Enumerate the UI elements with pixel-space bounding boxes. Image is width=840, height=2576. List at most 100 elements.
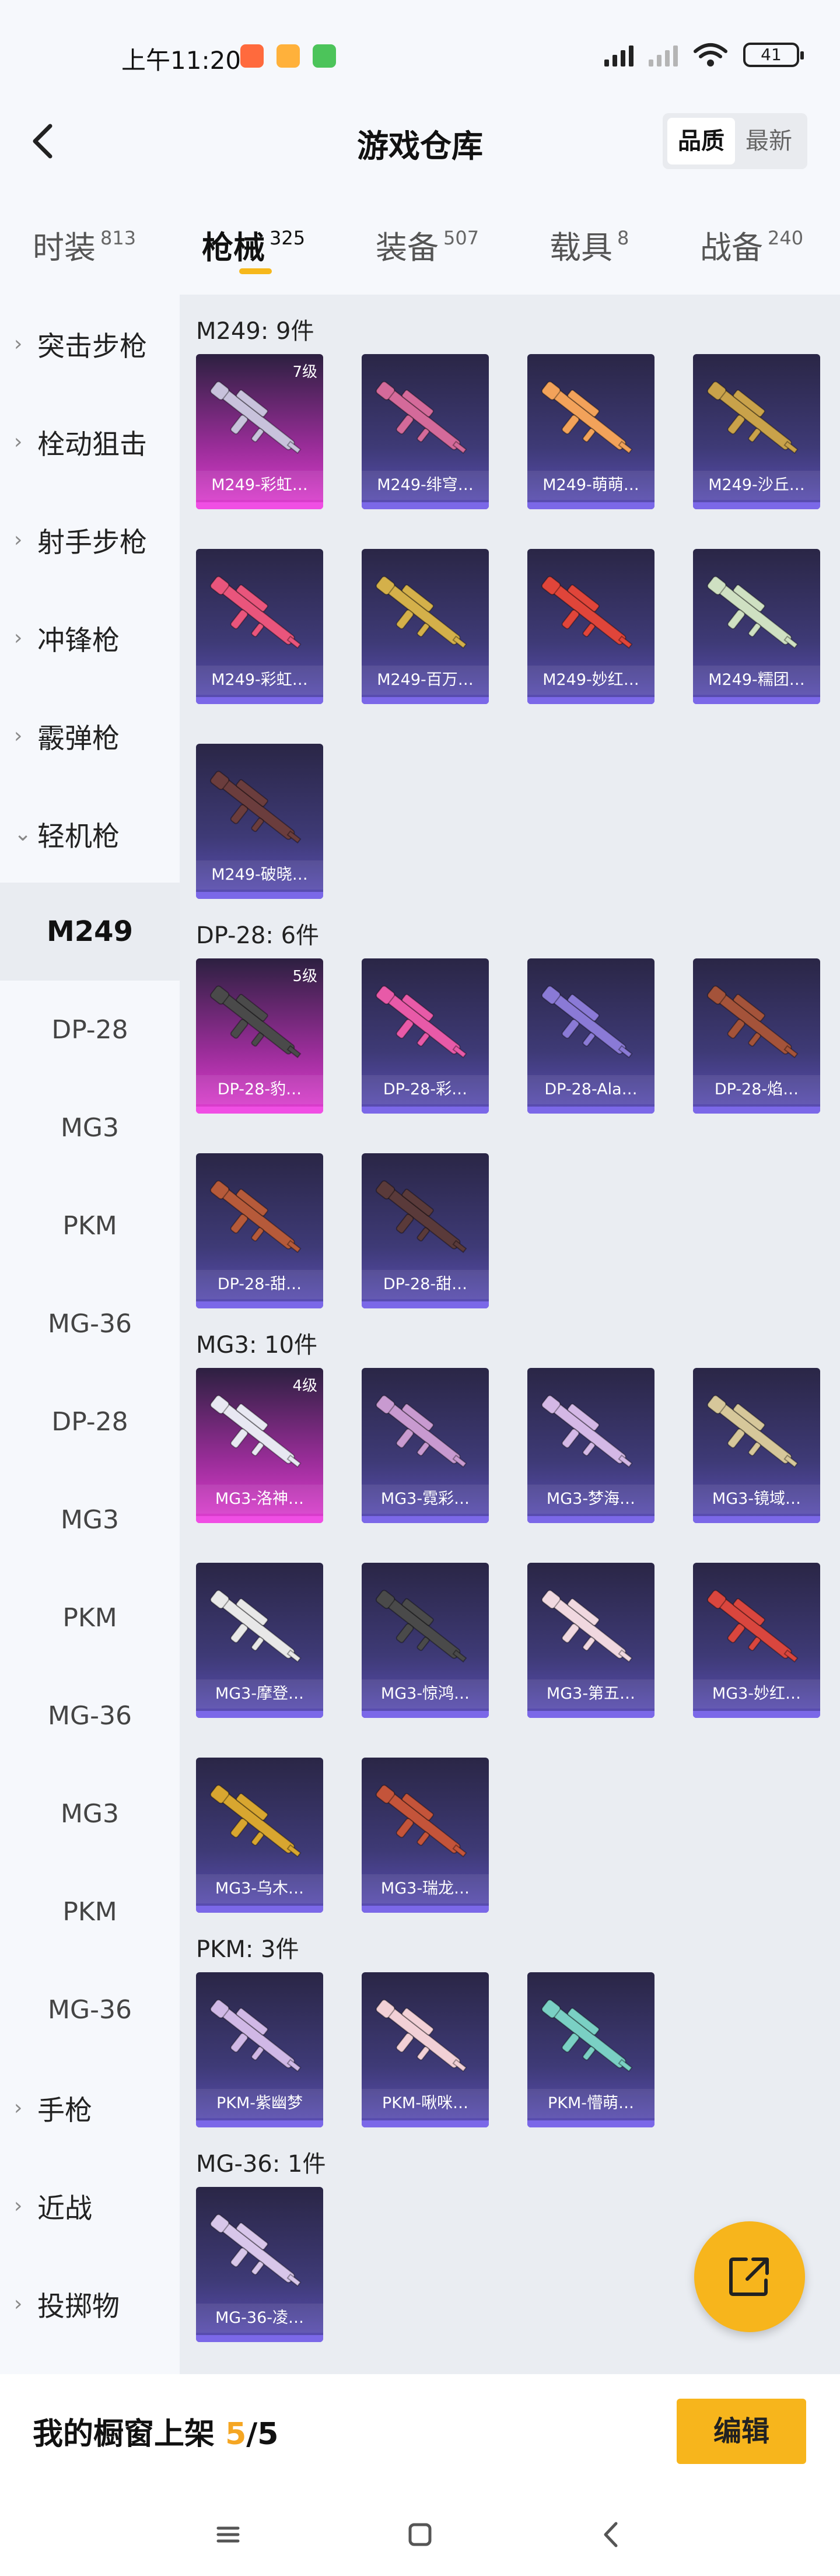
cellular-signal-icon bbox=[649, 43, 678, 66]
sort-option-quality[interactable]: 品质 bbox=[667, 118, 735, 164]
sidebar-category[interactable]: › 栓动狙击 bbox=[0, 393, 180, 491]
weapon-card[interactable]: MG3-摩登… bbox=[196, 1563, 323, 1718]
sidebar-category-open[interactable]: ⌄ 轻机枪 bbox=[0, 785, 180, 883]
system-nav-bar bbox=[0, 2491, 840, 2576]
weapon-card[interactable]: MG3-镜域… bbox=[693, 1368, 820, 1523]
weapon-name: MG3-镜域… bbox=[693, 1485, 820, 1514]
section-title: MG3: 10件 bbox=[196, 1332, 318, 1359]
home-icon[interactable] bbox=[400, 2514, 440, 2555]
category-tabs: 时装 813 枪械 325 装备 507 载具 8 战备 240 bbox=[0, 210, 840, 280]
weapon-card[interactable]: MG3-第五… bbox=[527, 1563, 654, 1718]
sidebar-subitem[interactable]: PKM bbox=[0, 1863, 180, 1961]
rarity-stripe bbox=[196, 502, 323, 509]
section-title: MG-36: 1件 bbox=[196, 2151, 326, 2178]
section-title: PKM: 3件 bbox=[196, 1936, 299, 1963]
sort-option-latest[interactable]: 最新 bbox=[735, 118, 803, 164]
wifi-icon bbox=[694, 43, 727, 66]
weapon-card[interactable]: M249-百万… bbox=[362, 549, 489, 704]
weapon-card[interactable]: 5级 DP-28-豹… bbox=[196, 958, 323, 1114]
weapon-name: MG3-乌木… bbox=[196, 1874, 323, 1903]
sidebar-subitem[interactable]: MG3 bbox=[0, 1079, 180, 1177]
tab-count: 325 bbox=[270, 227, 306, 249]
sidebar-subitem[interactable]: MG3 bbox=[0, 1765, 180, 1863]
weapon-card[interactable]: MG3-梦海… bbox=[527, 1368, 654, 1523]
tab-count: 8 bbox=[617, 227, 629, 249]
weapon-card[interactable]: M249-糯团… bbox=[693, 549, 820, 704]
tab-fashion[interactable]: 时装 813 bbox=[33, 222, 136, 268]
weapon-card[interactable]: M249-绯穹… bbox=[362, 354, 489, 509]
tab-vehicles[interactable]: 载具 8 bbox=[550, 222, 629, 268]
sidebar-subitem[interactable]: MG-36 bbox=[0, 1961, 180, 2059]
sidebar-category[interactable]: › 冲锋枪 bbox=[0, 589, 180, 687]
tab-supplies[interactable]: 战备 240 bbox=[700, 222, 803, 268]
weapon-name: MG3-第五… bbox=[527, 1679, 654, 1709]
rarity-stripe bbox=[527, 1711, 654, 1718]
sidebar-subitem[interactable]: MG-36 bbox=[0, 1275, 180, 1373]
sidebar-category[interactable]: › 霰弹枪 bbox=[0, 687, 180, 785]
weapon-name: M249-百万… bbox=[362, 666, 489, 695]
weapon-card[interactable]: 7级 M249-彩虹… bbox=[196, 354, 323, 509]
weapon-image bbox=[210, 1590, 302, 1663]
sidebar-subitem[interactable]: PKM bbox=[0, 1177, 180, 1275]
weapon-card[interactable]: M249-破晓… bbox=[196, 744, 323, 899]
weapon-card[interactable]: DP-28-甜… bbox=[196, 1153, 323, 1308]
weapon-card[interactable]: MG3-惊鸿… bbox=[362, 1563, 489, 1718]
share-fab-button[interactable] bbox=[694, 2221, 805, 2332]
showcase-total-count: /5 bbox=[246, 2417, 279, 2452]
weapon-card[interactable]: DP-28-焰… bbox=[693, 958, 820, 1114]
sidebar-category-label: 射手步枪 bbox=[37, 526, 147, 559]
weapon-card[interactable]: PKM-懵萌… bbox=[527, 1972, 654, 2127]
sidebar-subitem[interactable]: MG-36 bbox=[0, 1667, 180, 1765]
weapon-card[interactable]: PKM-啾咪… bbox=[362, 1972, 489, 2127]
back-nav-icon[interactable] bbox=[592, 2514, 632, 2555]
weapon-card[interactable]: M249-彩虹… bbox=[196, 549, 323, 704]
level-badge: 7级 bbox=[292, 363, 317, 381]
sidebar-subitem[interactable]: DP-28 bbox=[0, 981, 180, 1079]
weapon-card[interactable]: PKM-紫幽梦 bbox=[196, 1972, 323, 2127]
weapon-card[interactable]: MG3-妙红… bbox=[693, 1563, 820, 1718]
weapon-card[interactable]: MG3-乌木… bbox=[196, 1758, 323, 1913]
weapon-name: MG3-妙红… bbox=[693, 1679, 820, 1709]
rarity-stripe bbox=[527, 502, 654, 509]
sidebar-subitem[interactable]: DP-28 bbox=[0, 1373, 180, 1471]
tab-gear[interactable]: 装备 507 bbox=[376, 222, 479, 268]
sidebar-category[interactable]: › 射手步枪 bbox=[0, 491, 180, 589]
rarity-stripe bbox=[196, 2120, 323, 2127]
weapon-card[interactable]: MG3-瑞龙… bbox=[362, 1758, 489, 1913]
rarity-stripe bbox=[362, 697, 489, 704]
notification-app-icon bbox=[240, 44, 264, 68]
battery-icon: 41 bbox=[743, 43, 804, 67]
rarity-stripe bbox=[693, 697, 820, 704]
weapon-card[interactable]: MG3-霓彩… bbox=[362, 1368, 489, 1523]
rarity-stripe bbox=[362, 1516, 489, 1523]
sidebar-subitem[interactable]: MG3 bbox=[0, 1471, 180, 1569]
sidebar-subitem[interactable]: M249 bbox=[0, 883, 180, 981]
weapon-card[interactable]: MG-36-凌… bbox=[196, 2187, 323, 2342]
tab-guns[interactable]: 枪械 325 bbox=[202, 222, 305, 268]
system-icons: 41 bbox=[604, 42, 804, 68]
weapon-name: DP-28-焰… bbox=[693, 1075, 820, 1104]
weapon-card[interactable]: DP-28-甜… bbox=[362, 1153, 489, 1308]
sidebar-category[interactable]: › 突击步枪 bbox=[0, 295, 180, 393]
rarity-stripe bbox=[196, 1711, 323, 1718]
sidebar-category[interactable]: › 近战 bbox=[0, 2157, 180, 2255]
recent-apps-icon[interactable] bbox=[208, 2514, 249, 2555]
weapon-card[interactable]: DP-28-Ala… bbox=[527, 958, 654, 1114]
weapon-image bbox=[210, 1784, 302, 1858]
sidebar-category[interactable]: › 投掷物 bbox=[0, 2255, 180, 2353]
sort-toggle: 品质 最新 bbox=[663, 113, 807, 169]
weapon-card[interactable]: DP-28-彩… bbox=[362, 958, 489, 1114]
tab-label: 枪械 bbox=[202, 229, 265, 266]
weapon-card[interactable]: 4级 MG3-洛神… bbox=[196, 1368, 323, 1523]
rarity-stripe bbox=[527, 2120, 654, 2127]
weapon-card[interactable]: M249-妙红… bbox=[527, 549, 654, 704]
sidebar-category[interactable]: › 手枪 bbox=[0, 2059, 180, 2157]
weapon-name: MG3-洛神… bbox=[196, 1485, 323, 1514]
weapon-card[interactable]: M249-萌萌… bbox=[527, 354, 654, 509]
weapon-name: DP-28-甜… bbox=[362, 1270, 489, 1299]
share-out-icon bbox=[729, 2258, 769, 2296]
edit-button[interactable]: 编辑 bbox=[677, 2399, 806, 2464]
weapon-card[interactable]: M249-沙丘… bbox=[693, 354, 820, 509]
sidebar-subitem[interactable]: PKM bbox=[0, 1569, 180, 1667]
cellular-signal-icon bbox=[604, 43, 634, 66]
